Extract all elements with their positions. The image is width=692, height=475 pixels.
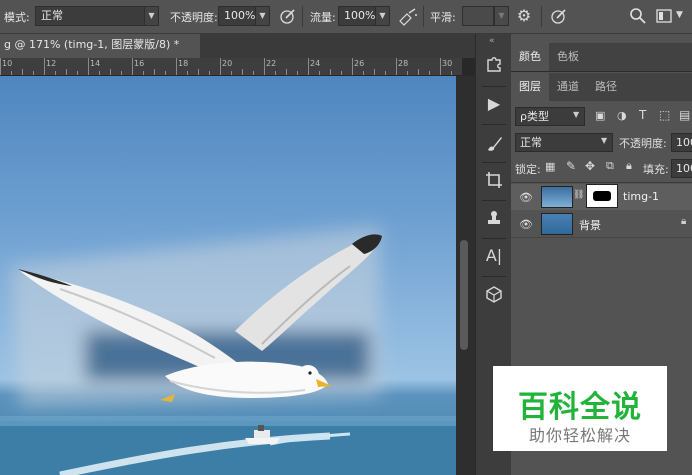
tab-channels[interactable]: 通道 bbox=[549, 73, 587, 101]
lock-icon: 🔒︎ bbox=[681, 216, 687, 227]
puzzle-icon[interactable] bbox=[476, 48, 512, 78]
eye-icon[interactable]: 👁︎ bbox=[519, 191, 533, 204]
mode-select[interactable]: 正常 bbox=[35, 6, 145, 26]
lock-transparency-icon[interactable]: ▦ bbox=[545, 160, 555, 173]
ruler-label: 10 bbox=[2, 59, 13, 68]
stamp-icon[interactable] bbox=[476, 203, 512, 233]
mode-dropdown-icon[interactable]: ▼ bbox=[144, 6, 159, 26]
layer-opacity-input[interactable]: 100 bbox=[671, 133, 692, 152]
watermark-subtitle: 助你轻松解决 bbox=[528, 426, 631, 445]
smoothing-input[interactable] bbox=[462, 6, 494, 26]
lock-all-icon[interactable]: 🔒︎ bbox=[626, 159, 632, 173]
gear-icon[interactable]: ⚙ bbox=[514, 7, 534, 27]
mode-label: 模式: bbox=[4, 11, 30, 24]
smoothing-dropdown-icon[interactable]: ▼ bbox=[494, 6, 509, 26]
pressure-size-icon[interactable] bbox=[548, 6, 570, 26]
workspace-dropdown-icon[interactable]: ▼ bbox=[676, 10, 683, 20]
flow-label: 流量: bbox=[310, 11, 336, 24]
seagull-photo bbox=[0, 226, 456, 475]
ruler-label: 24 bbox=[310, 59, 321, 68]
color-panel-tabs: 颜色 色板 bbox=[511, 43, 692, 71]
ruler-label: 28 bbox=[398, 59, 409, 68]
blend-mode-select[interactable]: 正常 bbox=[515, 133, 613, 152]
watermark-title: 百科全说 bbox=[518, 390, 642, 425]
watermark-logo: 百科全说 助你轻松解决 bbox=[493, 366, 667, 451]
link-icon[interactable]: ⛓︎ bbox=[573, 190, 584, 200]
brush-settings-icon[interactable] bbox=[476, 128, 512, 158]
tab-color[interactable]: 颜色 bbox=[511, 43, 549, 71]
layer-name: timg-1 bbox=[623, 190, 660, 203]
ruler-label: 14 bbox=[90, 59, 101, 68]
ruler-label: 16 bbox=[134, 59, 145, 68]
layers-panel-tabs: 图层 通道 路径 bbox=[511, 73, 692, 101]
tab-paths[interactable]: 路径 bbox=[587, 73, 625, 101]
lock-move-icon[interactable]: ✥ bbox=[585, 159, 595, 173]
ruler-label: 22 bbox=[266, 59, 277, 68]
opacity-dropdown-icon[interactable]: ▼ bbox=[255, 6, 270, 26]
filter-image-icon[interactable]: ▣ bbox=[595, 109, 605, 122]
lock-paint-icon[interactable]: ✎ bbox=[566, 159, 576, 173]
opacity-input[interactable]: 100% bbox=[218, 6, 256, 26]
layer-opacity-label: 不透明度: bbox=[619, 137, 667, 150]
search-icon[interactable] bbox=[628, 7, 648, 27]
horizontal-ruler: 10 12 14 16 18 20 22 24 26 28 30 bbox=[0, 58, 462, 76]
layer-row-background[interactable]: 👁︎ 背景 🔒︎ bbox=[511, 211, 692, 237]
filter-shape-icon[interactable]: ⬚ bbox=[659, 108, 670, 122]
airbrush-icon[interactable] bbox=[397, 6, 419, 26]
character-icon[interactable]: A| bbox=[476, 241, 512, 271]
scrollbar-thumb[interactable] bbox=[460, 240, 468, 350]
flow-dropdown-icon[interactable]: ▼ bbox=[375, 6, 390, 26]
workspace-icon[interactable] bbox=[656, 8, 672, 24]
filter-dropdown-icon[interactable]: ▼ bbox=[573, 110, 579, 119]
layer-row-timg-1[interactable]: 👁︎ ⛓︎ timg-1 bbox=[511, 184, 692, 210]
filter-type-icon[interactable]: T bbox=[639, 108, 646, 122]
layer-mask-thumbnail[interactable] bbox=[586, 184, 618, 208]
3d-cube-icon[interactable] bbox=[476, 279, 512, 309]
layer-thumbnail bbox=[541, 186, 573, 208]
eye-icon[interactable]: 👁︎ bbox=[519, 218, 533, 231]
document-tab[interactable]: g @ 171% (timg-1, 图层蒙版/8) * bbox=[0, 34, 200, 58]
filter-adjust-icon[interactable]: ◑ bbox=[617, 109, 627, 122]
flow-input[interactable]: 100% bbox=[338, 6, 376, 26]
ruler-label: 30 bbox=[442, 59, 453, 68]
play-icon[interactable]: ▶ bbox=[476, 89, 512, 119]
layer-name: 背景 bbox=[579, 219, 601, 232]
smoothing-label: 平滑: bbox=[430, 11, 456, 24]
blend-dropdown-icon[interactable]: ▼ bbox=[601, 136, 607, 145]
crop-icon[interactable] bbox=[476, 165, 512, 195]
fill-label: 填充: bbox=[643, 163, 669, 176]
document-canvas[interactable] bbox=[0, 76, 456, 475]
lock-artboard-icon[interactable]: ⧉ bbox=[606, 159, 614, 173]
tab-swatches[interactable]: 色板 bbox=[549, 43, 587, 71]
opacity-label: 不透明度: bbox=[170, 11, 218, 24]
fill-input[interactable]: 100 bbox=[671, 159, 692, 178]
ruler-label: 26 bbox=[354, 59, 365, 68]
ruler-label: 18 bbox=[178, 59, 189, 68]
layer-thumbnail bbox=[541, 213, 573, 235]
ruler-label: 20 bbox=[222, 59, 233, 68]
lock-label: 锁定: bbox=[515, 163, 541, 176]
collapse-icon[interactable]: « bbox=[489, 36, 495, 46]
pressure-opacity-icon[interactable] bbox=[278, 6, 298, 26]
tab-layers[interactable]: 图层 bbox=[511, 73, 549, 101]
filter-smart-icon[interactable]: ▤ bbox=[679, 108, 690, 122]
ruler-label: 12 bbox=[46, 59, 57, 68]
options-bar: 模式: 正常 ▼ 不透明度: 100% ▼ 流量: 100% ▼ 平滑: ▼ ⚙… bbox=[0, 0, 692, 34]
